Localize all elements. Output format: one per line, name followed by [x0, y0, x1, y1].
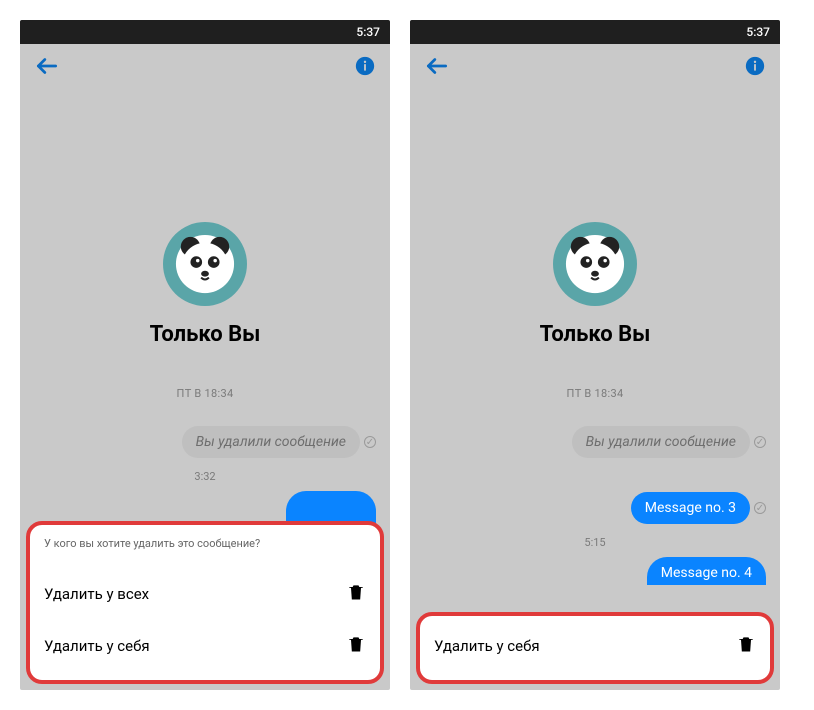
contact-name: Только Вы	[540, 322, 651, 347]
info-icon[interactable]	[744, 55, 766, 81]
back-arrow-icon[interactable]	[34, 53, 60, 83]
delete-for-self-label: Удалить у себя	[44, 637, 150, 655]
phone-right: 5:37	[410, 20, 780, 690]
status-bar: 5:37	[410, 20, 780, 44]
trash-icon	[346, 582, 366, 606]
sheet-title: У кого вы хотите удалить это сообщение?	[44, 537, 366, 550]
sent-check-icon: ✓	[364, 436, 376, 448]
contact-avatar[interactable]	[553, 222, 637, 306]
message-row-partial	[20, 491, 390, 523]
message-bubble[interactable]: Message no. 3	[631, 492, 750, 524]
back-arrow-icon[interactable]	[424, 53, 450, 83]
trash-icon	[736, 634, 756, 658]
info-icon[interactable]	[354, 55, 376, 81]
date-label: ПТ В 18:34	[177, 387, 234, 400]
delete-for-all-label: Удалить у всех	[44, 585, 149, 603]
trash-icon	[346, 634, 366, 658]
delete-sheet: У кого вы хотите удалить это сообщение? …	[26, 521, 384, 684]
delete-for-all-button[interactable]: Удалить у всех	[44, 568, 366, 620]
contact-name: Только Вы	[150, 322, 261, 347]
message-bubble-cut[interactable]	[286, 491, 376, 523]
time-label: 3:32	[20, 470, 390, 483]
top-bar	[410, 44, 780, 92]
message-row-deleted: Вы удалили сообщение ✓	[20, 426, 390, 458]
deleted-message-bubble[interactable]: Вы удалили сообщение	[572, 426, 750, 458]
delete-for-self-label: Удалить у себя	[434, 637, 540, 655]
delete-for-self-button[interactable]: Удалить у себя	[434, 620, 756, 672]
phone-left: 5:37	[20, 20, 390, 690]
top-bar	[20, 44, 390, 92]
contact-avatar[interactable]	[163, 222, 247, 306]
message-row-1: Message no. 3 ✓	[410, 492, 780, 524]
status-bar: 5:37	[20, 20, 390, 44]
status-time: 5:37	[746, 25, 770, 39]
message-row-2: Message no. 4	[410, 557, 780, 585]
status-time: 5:37	[356, 25, 380, 39]
message-row-deleted: Вы удалили сообщение ✓	[410, 426, 780, 458]
delete-for-self-button[interactable]: Удалить у себя	[44, 620, 366, 672]
time-label: 5:15	[410, 536, 780, 549]
message-bubble[interactable]: Message no. 4	[647, 557, 766, 585]
chat-content: Только Вы ПТ В 18:34 Вы удалили сообщени…	[410, 92, 780, 690]
delete-sheet: Удалить у себя	[416, 612, 774, 684]
date-label: ПТ В 18:34	[567, 387, 624, 400]
deleted-message-bubble[interactable]: Вы удалили сообщение	[182, 426, 360, 458]
sent-check-icon: ✓	[754, 502, 766, 514]
sent-check-icon: ✓	[754, 436, 766, 448]
